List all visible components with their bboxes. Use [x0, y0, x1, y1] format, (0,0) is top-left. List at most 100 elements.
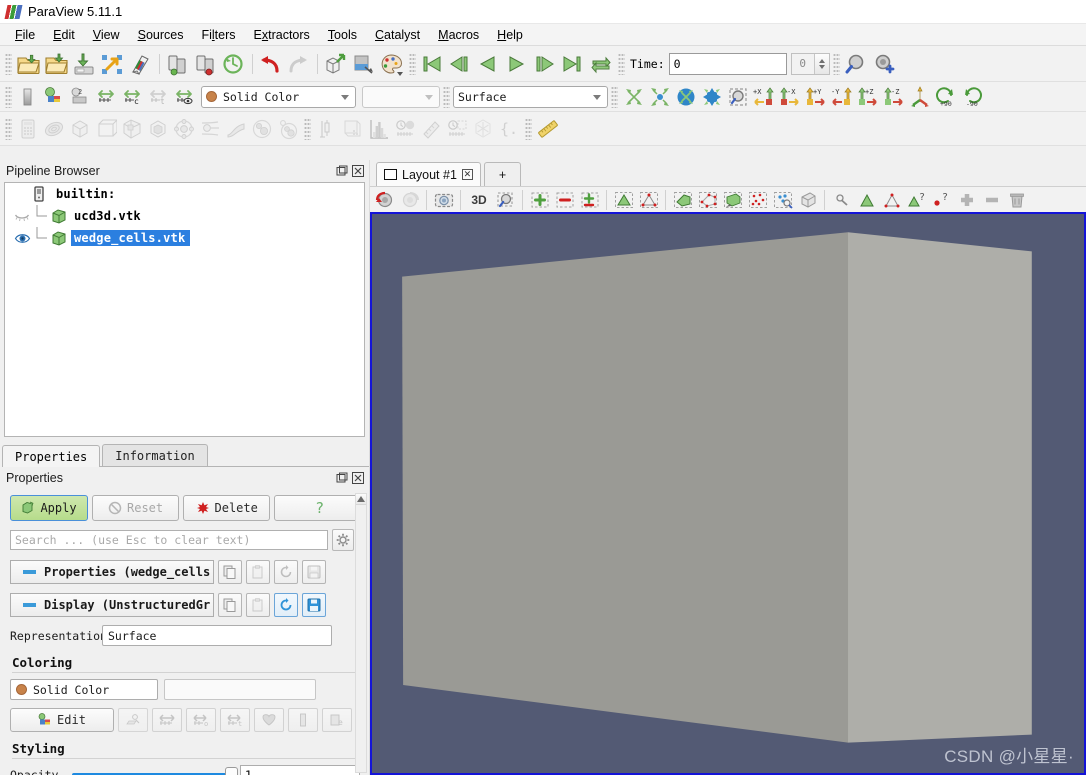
visibility-toggle-closed-icon[interactable] [11, 210, 33, 222]
edit-color-map-icon[interactable] [118, 708, 148, 732]
hover-cells-icon[interactable] [854, 189, 879, 211]
camera-undo-icon[interactable] [322, 50, 350, 78]
edit-color-button[interactable]: Edit [10, 708, 114, 732]
loop-icon[interactable] [587, 50, 615, 78]
properties-section-header[interactable]: Properties (wedge_cells [10, 560, 214, 584]
toolbar-grip[interactable] [304, 117, 311, 140]
rotate-minus-90-icon[interactable]: -90 [959, 85, 985, 109]
zoom-box-icon[interactable] [725, 85, 751, 109]
menu-edit[interactable]: Edit [44, 26, 84, 44]
tab-information[interactable]: Information [102, 444, 208, 466]
last-frame-icon[interactable] [559, 50, 587, 78]
reset-camera-icon[interactable] [621, 85, 647, 109]
pipeline-close-icon[interactable] [351, 164, 365, 178]
coloring-component-combo[interactable] [164, 679, 316, 700]
pipeline-undock-icon[interactable] [335, 164, 349, 178]
rotate-plus-90-icon[interactable]: +90 [933, 85, 959, 109]
paste-icon[interactable] [246, 593, 270, 617]
toolbar-grip[interactable] [611, 85, 618, 108]
properties-undock-icon[interactable] [335, 471, 349, 485]
open-file-icon[interactable] [15, 50, 43, 78]
properties-close-icon[interactable] [351, 471, 365, 485]
menu-macros[interactable]: Macros [429, 26, 488, 44]
toolbar-grip[interactable] [443, 85, 450, 108]
pick-center-icon[interactable] [350, 50, 378, 78]
reset-session-icon[interactable] [220, 50, 248, 78]
rescale-data-range-icon[interactable] [152, 708, 182, 732]
calculator-icon[interactable] [15, 117, 41, 141]
slice-icon[interactable] [93, 117, 119, 141]
zoom-selection-icon[interactable] [493, 189, 518, 211]
temporal-statistics-icon[interactable] [444, 117, 470, 141]
rescale-temporal-icon[interactable]: t [145, 85, 171, 109]
scalar-bar-visibility-icon[interactable] [288, 708, 318, 732]
help-button[interactable]: ? [274, 495, 365, 521]
disconnect-server-icon[interactable] [192, 50, 220, 78]
properties-search-input[interactable]: Search ... (use Esc to clear text) [10, 530, 328, 550]
stream-tracer-icon[interactable] [197, 117, 223, 141]
opacity-value-input[interactable]: 1 [240, 765, 360, 775]
python-calculator-icon[interactable] [470, 117, 496, 141]
render-view-frame[interactable]: CSDN @小星星· [370, 212, 1086, 775]
rotate-90-icon[interactable] [673, 85, 699, 109]
select-blocks-icon[interactable] [770, 189, 795, 211]
plot-over-line-icon[interactable] [314, 117, 340, 141]
copy-icon[interactable] [218, 593, 242, 617]
color-legend-icon[interactable] [254, 708, 284, 732]
set-view-plus-y-icon[interactable]: +Y [803, 85, 829, 109]
warp-icon[interactable] [223, 117, 249, 141]
extract-subset-icon[interactable] [145, 117, 171, 141]
interactive-select-cells-icon[interactable] [795, 189, 820, 211]
undo-camera-icon[interactable] [372, 189, 397, 211]
subtract-selection-icon[interactable] [552, 189, 577, 211]
scalar-bar-icon[interactable] [15, 85, 41, 109]
edit-colormap-icon[interactable] [41, 85, 67, 109]
view-mode-3d-button[interactable]: 3D [465, 189, 493, 211]
edit-color-map-icon[interactable] [378, 50, 406, 78]
ruler-icon[interactable] [535, 117, 561, 141]
toolbar-grip[interactable] [5, 117, 12, 140]
toolbar-grip[interactable] [5, 85, 12, 108]
coloring-array-combo[interactable]: Solid Color [201, 85, 356, 108]
rescale-timesteps-icon[interactable]: c [119, 85, 145, 109]
save-defaults-icon[interactable] [302, 560, 326, 584]
toggle-selection-icon[interactable] [577, 189, 602, 211]
quartile-chart-icon[interactable] [340, 117, 366, 141]
rescale-data-icon[interactable] [93, 85, 119, 109]
paste-icon[interactable] [246, 560, 270, 584]
coloring-array-combo[interactable]: Solid Color [10, 679, 158, 700]
toolbar-grip[interactable] [618, 52, 625, 75]
apply-button[interactable]: Apply [10, 495, 89, 521]
redo-icon[interactable] [285, 50, 313, 78]
threshold-icon[interactable] [119, 117, 145, 141]
query-cells-icon[interactable]: ? [904, 189, 929, 211]
close-icon[interactable]: ✕ [461, 169, 473, 180]
representation-type-combo[interactable]: Surface [453, 85, 608, 108]
connect-server-icon[interactable] [164, 50, 192, 78]
save-state-icon[interactable] [99, 50, 127, 78]
save-data-icon[interactable] [71, 50, 99, 78]
select-cells-surface-icon[interactable] [611, 189, 636, 211]
magnifier-icon[interactable] [843, 50, 871, 78]
menu-filters[interactable]: Filters [192, 26, 244, 44]
restore-defaults-icon[interactable] [274, 593, 298, 617]
add-selection-icon[interactable] [527, 189, 552, 211]
zoom-to-data-icon[interactable] [647, 85, 673, 109]
plot-data-over-time-icon[interactable] [392, 117, 418, 141]
add-layout-tab[interactable]: + [483, 162, 522, 186]
toolbar-grip[interactable] [832, 52, 840, 75]
open-recent-icon[interactable] [43, 50, 71, 78]
clear-selection-icon[interactable] [1004, 189, 1029, 211]
first-frame-icon[interactable] [419, 50, 447, 78]
select-cells-polygon-icon[interactable] [670, 189, 695, 211]
toolbar-grip[interactable] [409, 52, 416, 75]
set-view-minus-y-icon[interactable]: -Y [829, 85, 855, 109]
contour-icon[interactable] [41, 117, 67, 141]
menu-catalyst[interactable]: Catalyst [366, 26, 429, 44]
pipeline-item-ucd3d[interactable]: ucd3d.vtk [5, 205, 364, 227]
frame-index-stepper[interactable]: 0 [790, 52, 830, 75]
undo-icon[interactable] [257, 50, 285, 78]
properties-scrollbar[interactable] [355, 493, 367, 773]
set-view-plus-z-icon[interactable]: +Z [855, 85, 881, 109]
previous-frame-icon[interactable] [447, 50, 475, 78]
